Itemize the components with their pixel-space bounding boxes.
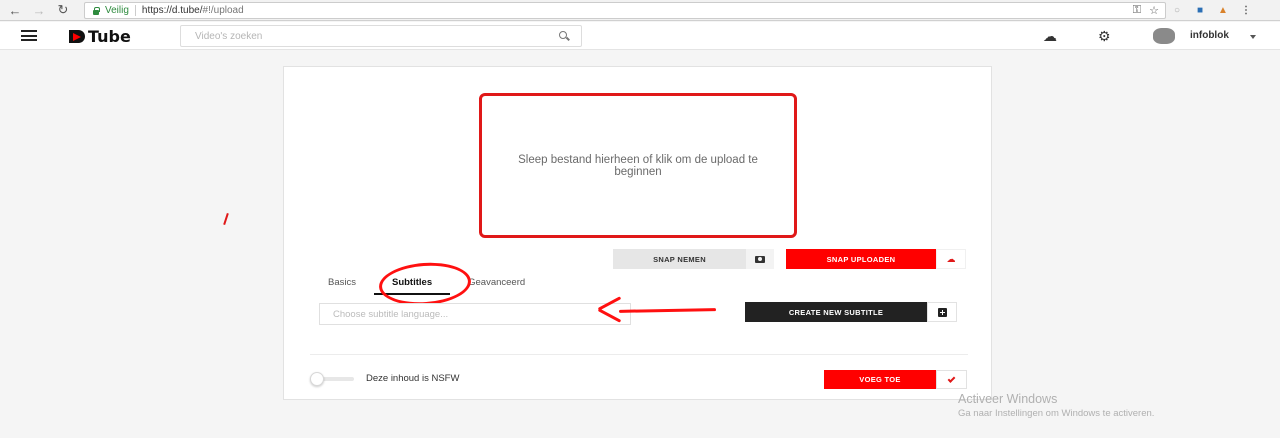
address-separator bbox=[134, 5, 136, 16]
url-path: #!/upload bbox=[202, 5, 244, 16]
site-header: Tube ☁ ⚙ infoblok bbox=[0, 22, 1280, 50]
dropzone-text: Sleep bestand hierheen of klik om de upl… bbox=[518, 153, 758, 178]
annotation-stroke bbox=[223, 212, 229, 226]
watermark-subtitle: Ga naar Instellingen om Windows te activ… bbox=[958, 408, 1155, 419]
browser-toolbar: ← → ↻ Veilig https://d.tube/#!/upload ⚿ … bbox=[0, 0, 1280, 21]
search-icon[interactable] bbox=[559, 31, 569, 41]
snap-upload-label: SNAP UPLOADEN bbox=[826, 254, 896, 264]
watermark-title: Activeer Windows bbox=[958, 392, 1058, 406]
snap-take-label: SNAP NEMEN bbox=[653, 254, 706, 264]
lock-icon bbox=[92, 6, 100, 15]
avatar[interactable] bbox=[1153, 28, 1175, 44]
tab-basics[interactable]: Basics bbox=[310, 273, 374, 295]
chevron-down-icon[interactable] bbox=[1250, 35, 1256, 39]
extension-icon-1[interactable]: ○ bbox=[1170, 3, 1184, 17]
chrome-menu-icon[interactable]: ⋮ bbox=[1239, 3, 1253, 17]
file-dropzone[interactable]: Sleep bestand hierheen of klik om de upl… bbox=[479, 93, 797, 238]
cloud-upload-icon: ☁ bbox=[946, 253, 956, 264]
search-box bbox=[180, 25, 582, 47]
settings-gears-icon[interactable]: ⚙ bbox=[1098, 28, 1111, 45]
hamburger-menu-icon[interactable] bbox=[21, 30, 37, 41]
nsfw-label: Deze inhoud is NSFW bbox=[366, 373, 460, 384]
annotation-arrow bbox=[618, 308, 717, 313]
dtube-logo[interactable]: Tube bbox=[69, 26, 131, 46]
snap-upload-button[interactable]: SNAP UPLOADEN ☁ bbox=[786, 249, 966, 269]
camera-icon bbox=[755, 255, 765, 263]
url-host: https://d.tube/ bbox=[141, 5, 203, 16]
extension-icon-3[interactable]: ▲ bbox=[1216, 3, 1230, 17]
extension-icon-2[interactable]: ■ bbox=[1193, 3, 1207, 17]
logo-text: Tube bbox=[88, 26, 131, 46]
snap-take-button[interactable]: SNAP NEMEN bbox=[613, 249, 774, 269]
forward-arrow-icon[interactable]: → bbox=[30, 1, 48, 19]
add-video-button[interactable]: VOEG TOE bbox=[824, 370, 967, 389]
search-input[interactable] bbox=[195, 26, 565, 47]
divider bbox=[310, 354, 968, 355]
bookmark-star-icon[interactable]: ☆ bbox=[1149, 4, 1159, 17]
back-arrow-icon[interactable]: ← bbox=[6, 1, 24, 19]
key-icon[interactable]: ⚿ bbox=[1133, 4, 1141, 17]
windows-activation-watermark: Activeer Windows Ga naar Instellingen om… bbox=[958, 392, 1154, 419]
username[interactable]: infoblok bbox=[1190, 30, 1229, 41]
upload-card: Sleep bestand hierheen of klik om de upl… bbox=[283, 66, 992, 400]
reload-icon[interactable]: ↻ bbox=[54, 1, 72, 19]
nsfw-toggle[interactable] bbox=[310, 372, 354, 386]
upload-cloud-icon[interactable]: ☁ bbox=[1043, 28, 1057, 45]
create-subtitle-label: CREATE NEW SUBTITLE bbox=[745, 302, 927, 322]
dtube-logo-mark-icon bbox=[69, 29, 87, 44]
secure-label: Veilig bbox=[105, 5, 129, 16]
add-video-label: VOEG TOE bbox=[824, 370, 936, 389]
subtitle-language-select[interactable]: Choose subtitle language... bbox=[319, 303, 631, 325]
create-subtitle-button[interactable]: CREATE NEW SUBTITLE bbox=[745, 302, 957, 322]
plus-icon bbox=[937, 307, 947, 317]
address-bar[interactable]: Veilig https://d.tube/#!/upload ⚿ ☆ bbox=[84, 2, 1166, 19]
check-icon bbox=[947, 374, 956, 383]
annotation-circle bbox=[377, 259, 473, 309]
